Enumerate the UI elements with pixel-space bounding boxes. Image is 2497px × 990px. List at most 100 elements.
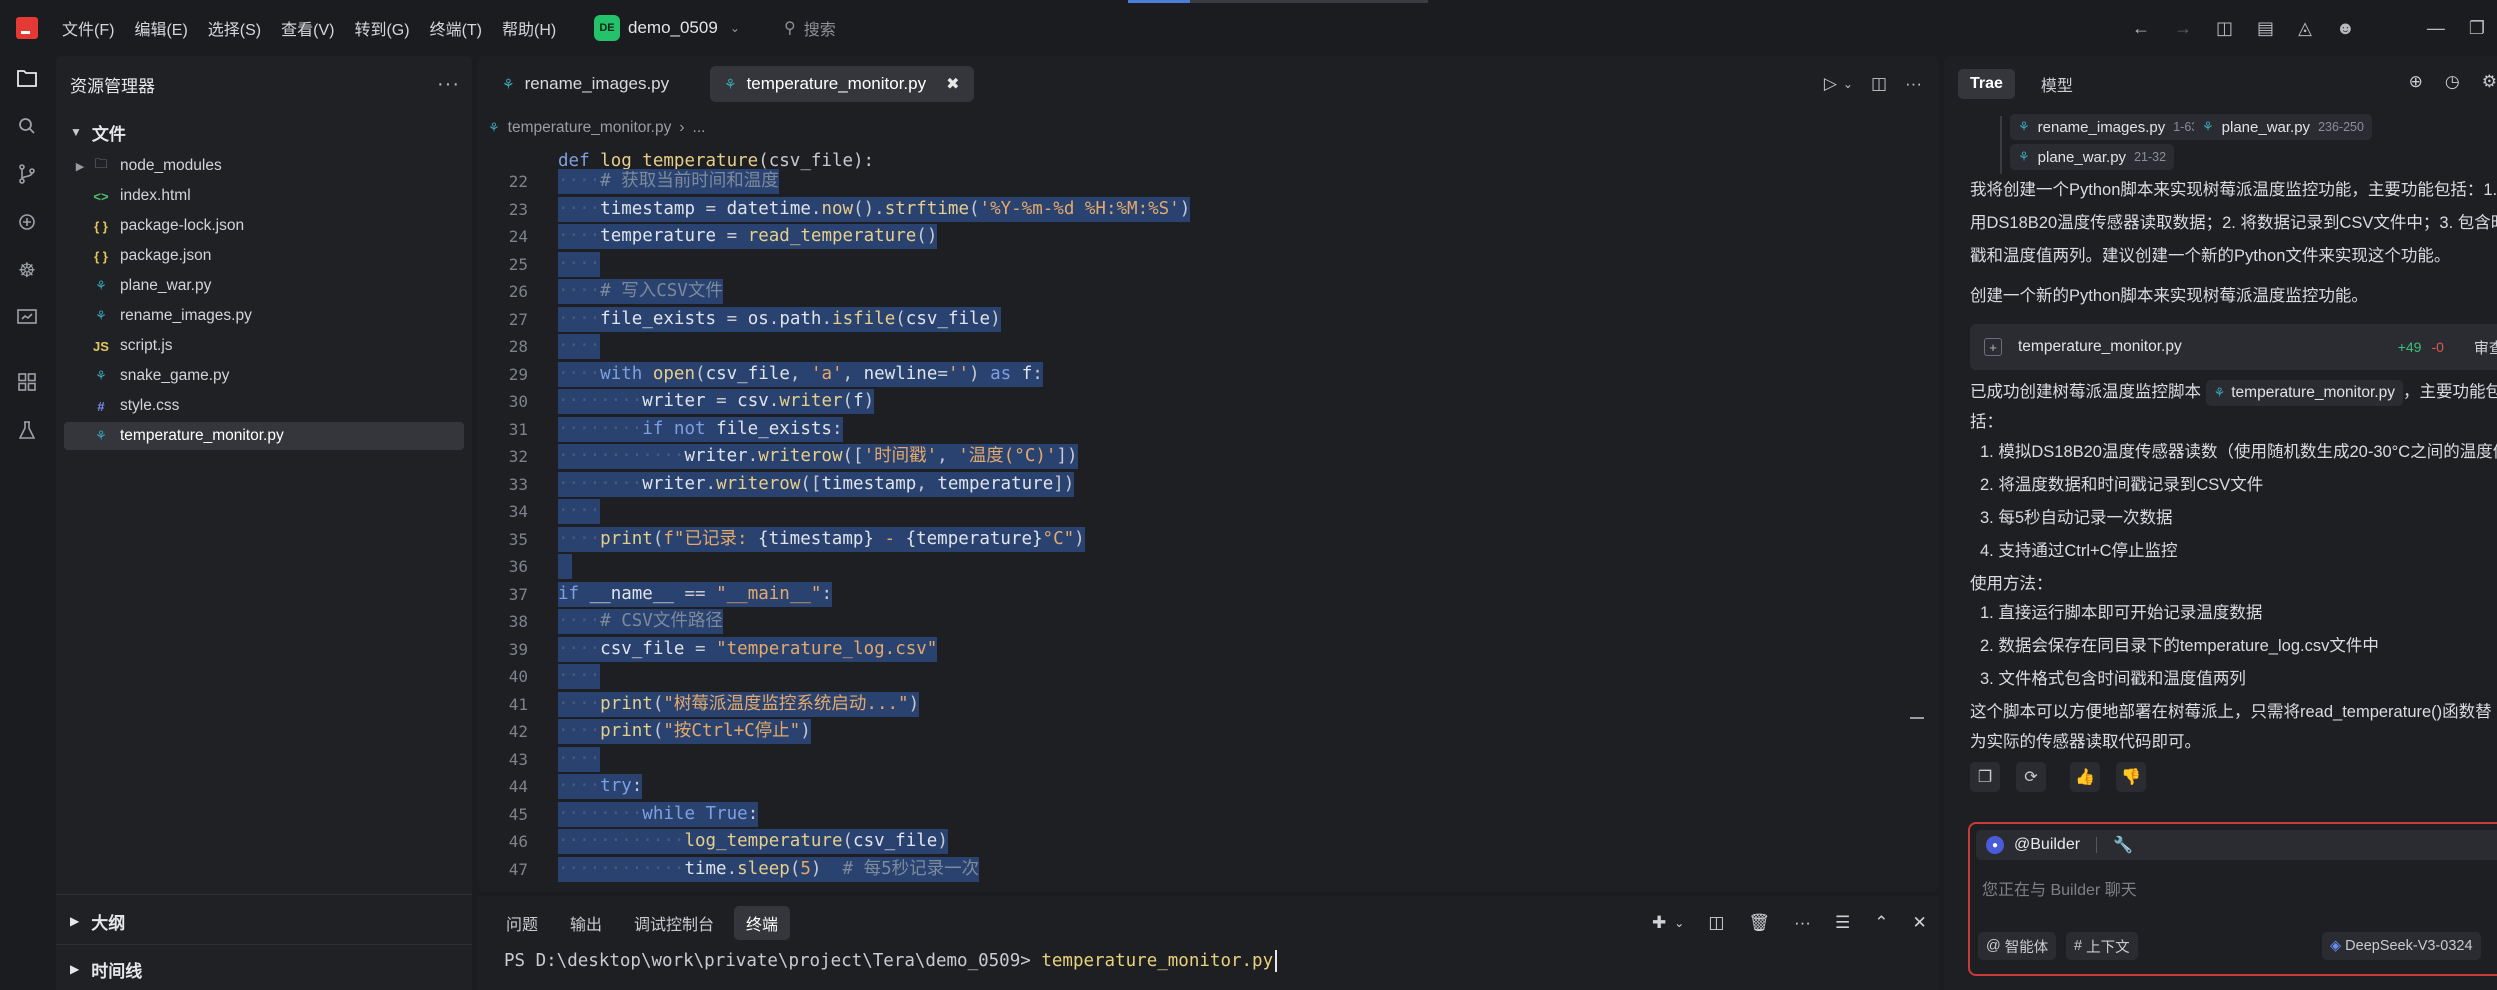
menu-view[interactable]: 查看(V) (281, 16, 334, 40)
split-terminal-icon[interactable]: ◫ (1708, 913, 1724, 933)
chat-input[interactable]: 您正在与 Builder 聊天 (1982, 876, 2137, 900)
chevron-down-icon[interactable]: ⌄ (1843, 77, 1853, 91)
scroll-indicator[interactable] (1910, 717, 1924, 719)
tab-problems[interactable]: 问题 (494, 906, 550, 940)
testing-flask-icon[interactable] (13, 416, 41, 444)
terminal-output[interactable]: PS D:\desktop\work\private\project\Tera\… (504, 948, 1278, 974)
timeline-section-header[interactable]: ▶ 时间线 (70, 954, 142, 984)
menu-edit[interactable]: 编辑(E) (134, 16, 187, 40)
regenerate-icon[interactable]: ⟳ (2016, 762, 2046, 792)
menu-help[interactable]: 帮助(H) (502, 16, 556, 40)
files-section-header[interactable]: ▼ 文件 (70, 116, 126, 148)
toggle-sidebar-icon[interactable]: ◫ (2216, 18, 2233, 39)
add-terminal-icon[interactable]: ✚ (1652, 913, 1666, 933)
code-line: 43 ···· (478, 746, 1918, 774)
new-chat-icon[interactable]: ⊕ (2409, 72, 2423, 92)
tab-trae[interactable]: Trae (1958, 69, 2015, 99)
code-editor[interactable]: def log_temperature(csv_file): 22 ····# 获… (478, 152, 1938, 892)
python-icon: ⚘ (724, 75, 737, 92)
review-button[interactable]: 审查 (2474, 337, 2497, 358)
tab-debug-console[interactable]: 调试控制台 (622, 906, 726, 940)
extensions-icon[interactable] (13, 368, 41, 396)
tools-wrench-icon[interactable]: 🔧 (2113, 835, 2133, 855)
explorer-icon[interactable] (13, 64, 41, 92)
toggle-panel-icon[interactable]: ▤ (2257, 18, 2274, 39)
forward-arrow-icon[interactable]: → (2174, 18, 2192, 39)
workspace-badge: DE (594, 15, 620, 41)
history-icon[interactable]: ◷ (2445, 72, 2460, 92)
menu-bar: 文件(F) 编辑(E) 选择(S) 查看(V) 转到(G) 终端(T) 帮助(H… (62, 0, 556, 56)
reference-chip[interactable]: ⚘ plane_war.py 21-32 (2010, 144, 2175, 170)
model-selector[interactable]: ◈ DeepSeek-V3-0324 (2322, 932, 2481, 960)
tree-item-script-js[interactable]: JS script.js (64, 332, 464, 360)
search-input[interactable]: ⚲ 搜索 (784, 14, 836, 42)
trash-icon[interactable]: 🗑 (1748, 913, 1770, 933)
minimize-icon[interactable]: — (2427, 18, 2445, 39)
search-icon[interactable] (13, 112, 41, 140)
remote-icon[interactable] (13, 208, 41, 236)
tab-rename-images[interactable]: ⚘ rename_images.py (488, 66, 683, 102)
code-line: 36 (478, 553, 1918, 581)
context-chip[interactable]: # 上下文 (2066, 932, 2138, 960)
tree-item-index-html[interactable]: <> index.html (64, 182, 464, 210)
tree-item-package-json[interactable]: { } package.json (64, 242, 464, 270)
chevron-right-icon: ▶ (70, 962, 80, 976)
workspace-switcher[interactable]: DE demo_0509 ⌄ (594, 14, 740, 42)
outline-section-header[interactable]: ▶ 大纲 (70, 906, 125, 936)
close-icon[interactable]: ✕ (1912, 913, 1926, 933)
maximize-icon[interactable]: ❐ (2469, 18, 2485, 39)
copy-icon[interactable]: ❐ (1970, 762, 2000, 792)
account-icon[interactable]: ☻ (2336, 18, 2355, 39)
reference-chip[interactable]: ⚘ rename_images.py 1-63 (2010, 114, 2207, 140)
reference-chip[interactable]: ⚘ plane_war.py 236-250 (2194, 114, 2372, 140)
code-line: 26 ····# 写入CSV文件 (478, 278, 1918, 306)
tree-item-node-modules[interactable]: ▶ 🗀 node_modules (64, 152, 464, 180)
more-icon[interactable]: ··· (1905, 74, 1922, 94)
maximize-panel-icon[interactable]: ⌃ (1874, 913, 1888, 933)
preview-icon[interactable] (13, 304, 41, 332)
expand-icon[interactable]: + (1984, 338, 2002, 356)
chevron-down-icon[interactable]: ⌄ (1674, 916, 1684, 930)
agent-name[interactable]: @Builder (2014, 836, 2080, 854)
tree-item-rename-images-py[interactable]: ⚘ rename_images.py (64, 302, 464, 330)
toggle-ai-panel-icon[interactable]: ◬ (2298, 18, 2312, 39)
tab-model[interactable]: 模型 (2029, 66, 2085, 102)
tree-item-package-lock-json[interactable]: { } package-lock.json (64, 212, 464, 240)
menu-goto[interactable]: 转到(G) (354, 16, 409, 40)
python-icon: ⚘ (502, 75, 515, 92)
menu-terminal[interactable]: 终端(T) (430, 16, 482, 40)
breadcrumb-rest[interactable]: ... (693, 119, 706, 137)
tree-item-plane-war-py[interactable]: ⚘ plane_war.py (64, 272, 464, 300)
python-icon: ⚘ (2018, 119, 2030, 134)
chat-input-box[interactable]: ● @Builder 🔧 ✕ 您正在与 Builder 聊天 @ 智能体 # 上… (1968, 822, 2497, 976)
file-reference-chip[interactable]: ⚘ temperature_monitor.py (2205, 379, 2403, 406)
debug-icon[interactable]: ☸ (13, 256, 41, 284)
code-line: 22 ····# 获取当前时间和温度 (478, 168, 1918, 196)
tree-item-style-css[interactable]: # style.css (64, 392, 464, 420)
tab-temperature-monitor[interactable]: ⚘ temperature_monitor.py ✖ (710, 66, 974, 102)
more-icon[interactable]: ··· (1794, 913, 1811, 933)
source-control-icon[interactable] (13, 160, 41, 188)
app-logo (16, 17, 38, 39)
python-icon: ⚘ (95, 368, 107, 383)
terminal-settings-icon[interactable]: ☰ (1835, 913, 1850, 933)
split-editor-icon[interactable]: ◫ (1871, 74, 1887, 94)
back-arrow-icon[interactable]: ← (2132, 18, 2150, 39)
thumbs-down-icon[interactable]: 👎 (2116, 762, 2146, 792)
python-icon: ⚘ (2202, 119, 2214, 134)
more-icon[interactable]: ··· (437, 73, 460, 96)
tree-item-temperature-monitor-py[interactable]: ⚘ temperature_monitor.py (64, 422, 464, 450)
tab-terminal[interactable]: 终端 (734, 906, 791, 940)
tab-output[interactable]: 输出 (558, 906, 614, 940)
agent-chip[interactable]: @ 智能体 (1978, 932, 2057, 960)
tree-item-snake-game-py[interactable]: ⚘ snake_game.py (64, 362, 464, 390)
close-icon[interactable]: ✖ (946, 74, 959, 94)
menu-select[interactable]: 选择(S) (208, 16, 261, 40)
settings-gear-icon[interactable]: ⚙ (2482, 72, 2497, 92)
thumbs-up-icon[interactable]: 👍 (2070, 762, 2100, 792)
run-icon[interactable]: ▷ (1824, 74, 1837, 94)
json-icon: { } (94, 248, 108, 264)
breadcrumb-file[interactable]: temperature_monitor.py (508, 119, 672, 137)
menu-file[interactable]: 文件(F) (62, 16, 114, 40)
file-change-card[interactable]: + temperature_monitor.py +49 -0 审查 (1970, 324, 2497, 370)
